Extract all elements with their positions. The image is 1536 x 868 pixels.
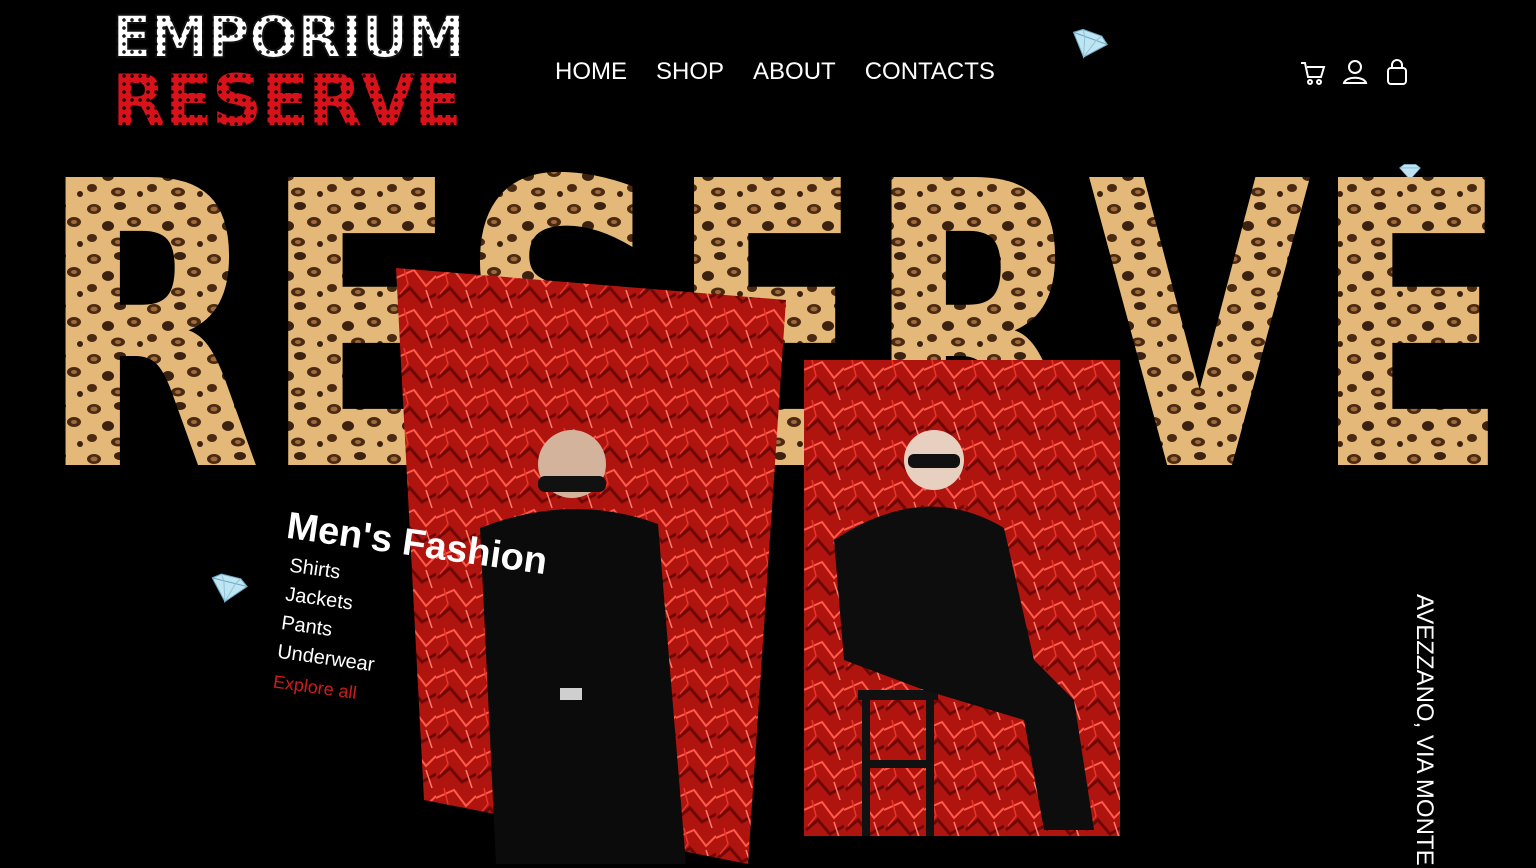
nav-shop[interactable]: SHOP [656, 58, 724, 86]
nav-about[interactable]: ABOUT [753, 58, 836, 86]
logo-line-emporium: EMPORIUM [111, 3, 466, 71]
brand-logo[interactable]: EMPORIUM RESERVE [111, 3, 474, 142]
main-nav: HOME SHOP ABOUT CONTACTS [555, 58, 995, 86]
bag-icon[interactable] [1384, 58, 1410, 86]
diamond-icon [211, 573, 248, 604]
address-vertical: AVEZZANO, VIA MONTE [1411, 594, 1438, 866]
user-icon[interactable] [1342, 58, 1368, 86]
category-menu: Men's Fashion Shirts Jackets Pants Under… [264, 505, 550, 728]
diamond-icon [1072, 28, 1109, 59]
header-icons [1300, 58, 1410, 86]
womens-fashion-card[interactable] [804, 360, 1120, 836]
cart-icon[interactable] [1300, 58, 1326, 86]
logo-line-reserve: RESERVE [112, 60, 462, 142]
nav-contacts[interactable]: CONTACTS [865, 58, 995, 86]
nav-home[interactable]: HOME [555, 58, 627, 86]
